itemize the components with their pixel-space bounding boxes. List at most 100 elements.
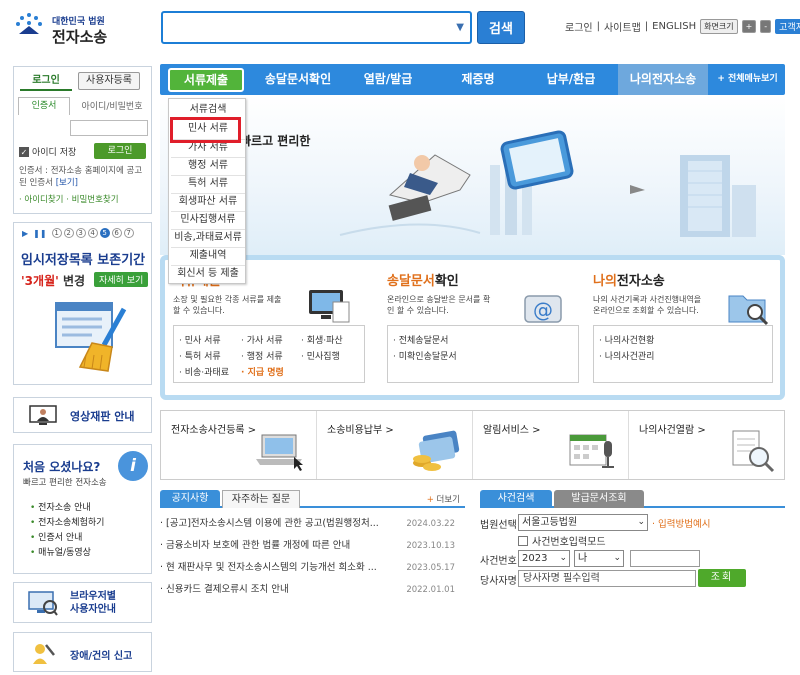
submit-link-payment-order[interactable]: 지급 명령 — [241, 365, 301, 381]
submit-link[interactable]: 가사 서류 — [241, 333, 301, 349]
chevron-down-icon[interactable]: ▼ — [456, 22, 464, 33]
party-name-input[interactable]: 당사자명 필수입력 — [518, 570, 696, 587]
tab-issued-documents[interactable]: 발급문서조회 — [554, 490, 644, 508]
nav-item-certificate[interactable]: 제증명 — [438, 64, 518, 95]
list-item[interactable]: · 금융소비자 보호에 관한 법률 개정에 따른 안내 2023.10.13 — [160, 535, 465, 557]
list-item[interactable]: · 신용카드 결제오류시 조치 안내 2022.01.01 — [160, 579, 465, 601]
first-visit-link[interactable]: 전자소송체험하기 — [30, 516, 104, 531]
register-button[interactable]: 사용자등록 — [78, 72, 140, 90]
pager-dot[interactable]: 3 — [75, 228, 86, 238]
dropdown-item[interactable]: 행정 서류 — [169, 157, 247, 175]
notice-title[interactable]: · 금융소비자 보호에 관한 법률 개정에 따른 안내 — [160, 535, 410, 557]
submit-link[interactable]: 특허 서류 — [179, 349, 241, 365]
search-input[interactable]: ▼ — [161, 11, 472, 44]
pager-dot[interactable]: 6 — [111, 228, 122, 238]
submit-column: 서류제출 소장 및 필요한 각종 서류를 제출할 수 있습니다. 민사 서류 가… — [173, 270, 365, 390]
pager-dot-active[interactable]: 5 — [99, 228, 110, 238]
sitemap-link[interactable]: 사이트맵 — [604, 19, 641, 34]
find-id-link[interactable]: · 아이디찾기 — [19, 195, 64, 205]
submit-link[interactable]: 회생·파산 — [301, 333, 361, 349]
case-number-input[interactable] — [630, 550, 700, 567]
certificate-note: 인증서 : 전자소송 홈페이지에 공고된 인증서 [보기] — [19, 165, 149, 189]
report-button[interactable]: 장애/건의 신고 — [13, 632, 152, 672]
checkbox-icon[interactable] — [518, 535, 528, 546]
video-trial-button[interactable]: 영상재판 안내 — [13, 397, 152, 433]
year-select[interactable]: 2023 ⌄ — [518, 550, 570, 567]
delivery-link[interactable]: 미확인송달문서 — [393, 349, 573, 365]
input-guide-link[interactable]: · 입력방법예시 — [652, 516, 710, 530]
more-link[interactable]: + 더보기 — [427, 493, 460, 505]
dropdown-item[interactable]: 민사집행서류 — [169, 211, 247, 229]
dropdown-item[interactable]: 비송,과태료서류 — [169, 229, 247, 247]
dropdown-item[interactable]: 제출내역 — [169, 247, 247, 265]
tab-certificate[interactable]: 인증서 — [18, 97, 70, 115]
pause-icon[interactable]: ❚❚ — [33, 229, 46, 238]
site-logo[interactable]: 대한민국 법원 전자소송 — [12, 8, 152, 48]
customer-center-button[interactable]: 고객지원센터 — [775, 19, 800, 34]
quick-fee-payment[interactable]: 소송비용납부 > — [317, 411, 473, 479]
dropdown-item[interactable]: 회신서 등 제출 — [169, 265, 247, 283]
tab-id-password[interactable]: 아이디/비밀번호 — [74, 99, 150, 112]
submit-link[interactable]: 비송·과태료 — [179, 365, 241, 381]
delivery-link[interactable]: 전체송달문서 — [393, 333, 573, 349]
nav-item-delivery-check[interactable]: 송달문서확인 — [254, 64, 342, 95]
tab-login[interactable]: 로그인 — [20, 73, 72, 91]
search-button[interactable]: 검색 — [477, 11, 525, 44]
pager-dot[interactable]: 4 — [87, 228, 98, 238]
pager-dot[interactable]: 2 — [63, 228, 74, 238]
list-item[interactable]: · [공고]전자소송시스템 이용에 관한 공고(법원행정처... 2024.03.… — [160, 513, 465, 535]
tab-faq[interactable]: 자주하는 질문 — [222, 490, 300, 508]
delivery-title-highlight: 송달문서 — [387, 274, 435, 289]
nav-all-menu[interactable]: + 전체메뉴보기 — [710, 64, 785, 95]
browser-guide-button[interactable]: 브라우저별 사용자안내 — [13, 582, 152, 623]
pager-dot[interactable]: 7 — [123, 228, 134, 238]
tab-case-search[interactable]: 사건검색 — [480, 490, 552, 508]
certificate-view-link[interactable]: [보기] — [56, 178, 78, 188]
hero-banner: 빠르고 편리한 — [160, 95, 785, 255]
login-box: 로그인 사용자등록 인증서 아이디/비밀번호 ✓ 아이디 저장 로그인 인증서 … — [13, 66, 152, 214]
banner-detail-button[interactable]: 자세히 보기 — [94, 272, 149, 287]
list-item[interactable]: · 현 재판사무 및 전자소송시스템의 기능개선 희소화 ... 2023.05.… — [160, 557, 465, 579]
login-link[interactable]: 로그인 — [565, 19, 593, 34]
divider: | — [644, 21, 649, 32]
broom-window-icon — [55, 302, 127, 372]
my-lawsuit-link[interactable]: 나의사건현황 — [599, 333, 767, 349]
quick-case-register[interactable]: 전자소송사건등록 > — [161, 411, 317, 479]
submit-link[interactable]: 민사집행 — [301, 349, 361, 365]
id-field[interactable] — [70, 120, 148, 136]
first-visit-link[interactable]: 인증서 안내 — [30, 531, 104, 546]
submit-link[interactable]: 민사 서류 — [179, 333, 241, 349]
notice-title[interactable]: · 현 재판사무 및 전자소송시스템의 기능개선 희소화 ... — [160, 557, 410, 579]
submit-link[interactable]: 행정 서류 — [241, 349, 301, 365]
nav-item-view-issue[interactable]: 열람/발급 — [350, 64, 426, 95]
court-select[interactable]: 서울고등법원 ⌄ — [518, 514, 648, 531]
save-id-option[interactable]: ✓ 아이디 저장 — [19, 145, 76, 158]
case-input-mode-option[interactable]: 사건번호입력모드 — [518, 533, 606, 548]
english-link[interactable]: ENGLISH — [652, 21, 696, 32]
dropdown-item[interactable]: 회생파산 서류 — [169, 193, 247, 211]
dropdown-item[interactable]: 특허 서류 — [169, 175, 247, 193]
font-plus-button[interactable]: + — [741, 20, 757, 33]
notice-date: 2024.03.22 — [406, 519, 455, 529]
case-kind-select[interactable]: 나 ⌄ — [574, 550, 624, 567]
notice-title[interactable]: · [공고]전자소송시스템 이용에 관한 공고(법원행정처... — [160, 513, 410, 535]
login-button[interactable]: 로그인 — [94, 143, 146, 159]
inquiry-button[interactable]: 조회 — [698, 569, 746, 587]
nav-item-my-lawsuit[interactable]: 나의전자소송 — [618, 64, 708, 95]
nav-item-payment[interactable]: 납부/환급 — [530, 64, 612, 95]
play-icon[interactable]: ▶ — [22, 229, 28, 238]
tab-notice[interactable]: 공지사항 — [160, 490, 220, 508]
checkbox-icon[interactable]: ✓ — [19, 146, 29, 157]
find-password-link[interactable]: · 비밀번호찾기 — [66, 195, 118, 205]
font-minus-button[interactable]: - — [760, 20, 772, 33]
pager-dot[interactable]: 1 — [51, 228, 62, 238]
main-nav: 서류제출 송달문서확인 열람/발급 제증명 납부/환급 나의전자소송 + 전체메… — [160, 64, 785, 95]
folder-search-icon — [728, 295, 769, 326]
my-lawsuit-link[interactable]: 나의사건관리 — [599, 349, 767, 365]
first-visit-link[interactable]: 매뉴얼/동영상 — [30, 546, 104, 561]
nav-item-document-submit[interactable]: 서류제출 — [168, 68, 244, 92]
quick-notification[interactable]: 알림서비스 > — [473, 411, 629, 479]
quick-case-view[interactable]: 나의사건열람 > — [629, 411, 785, 479]
notice-title[interactable]: · 신용카드 결제오류시 조치 안내 — [160, 579, 410, 601]
first-visit-link[interactable]: 전자소송 안내 — [30, 501, 104, 516]
